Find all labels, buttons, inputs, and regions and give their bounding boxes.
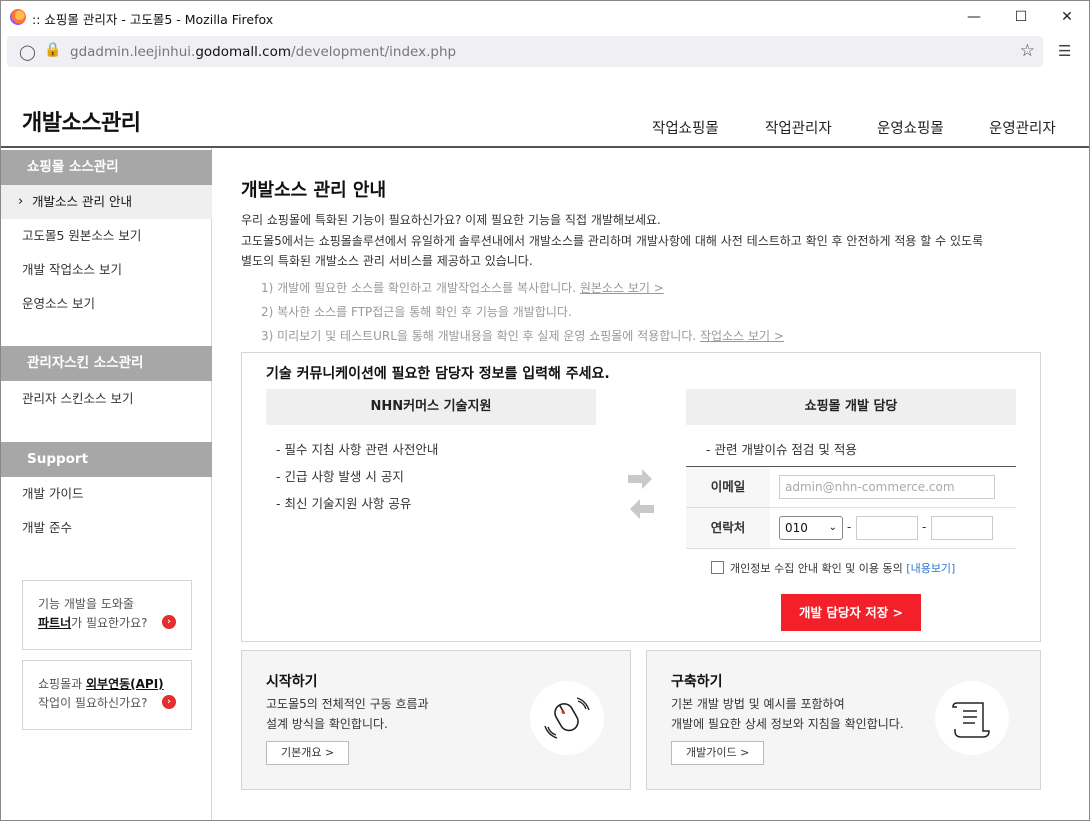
scroll-icon	[935, 681, 1009, 755]
intro-line: 우리 쇼핑몰에 특화된 기능이 필요하신가요? 이제 필요한 기능을 직접 개발…	[241, 213, 661, 227]
exchange-arrows-icon	[628, 469, 654, 519]
url-text: gdadmin.leejinhui.godomall.com/developme…	[70, 44, 457, 60]
save-developer-button[interactable]: 개발 담당자 저장 >	[781, 594, 921, 631]
sidebar-section-shop-source: 쇼핑몰 소스관리	[1, 150, 212, 185]
sidebar-item-live-source[interactable]: 운영소스 보기	[1, 287, 212, 321]
intro-line: 고도몰5에서는 쇼핑몰솔루션에서 유일하게 솔루션내에서 개발소스를 관리하며 …	[241, 234, 984, 248]
support-bullet: - 필수 지침 사항 관련 사전안내	[276, 442, 439, 457]
step-2: 2) 복사한 소스를 FTP접근을 통해 확인 후 기능을 개발합니다.	[261, 305, 572, 319]
browser-navbar: ◯ 🔒 gdadmin.leejinhui.godomall.com/devel…	[0, 32, 1090, 72]
support-bullet: - 긴급 사항 발생 시 공지	[276, 469, 404, 484]
sidebar: 쇼핑몰 소스관리 개발소스 관리 안내 고도몰5 원본소스 보기 개발 작업소스…	[1, 148, 212, 820]
privacy-consent-checkbox[interactable]	[711, 561, 724, 574]
intro-line: 별도의 특화된 개발소스 관리 서비스를 제공하고 있습니다.	[241, 254, 533, 268]
content-heading: 개발소스 관리 안내	[241, 180, 387, 201]
contact-question: 기술 커뮤니케이션에 필요한 담당자 정보를 입력해 주세요.	[266, 366, 610, 382]
original-source-link[interactable]: 원본소스 보기 >	[580, 281, 664, 295]
shield-icon[interactable]: ◯	[19, 43, 36, 61]
shop-dev-heading: 쇼핑몰 개발 담당	[686, 389, 1016, 425]
menu-icon[interactable]: ☰	[1058, 42, 1071, 60]
sidebar-section-admin-skin: 관리자스킨 소스관리	[1, 346, 212, 381]
window-titlebar: :: 쇼핑몰 관리자 - 고도몰5 - Mozilla Firefox — ☐ …	[0, 0, 1090, 32]
sidebar-item-original-source[interactable]: 고도몰5 원본소스 보기	[1, 219, 212, 253]
card-text: 설계 방식을 확인합니다.	[266, 717, 388, 731]
sidebar-item-admin-skin[interactable]: 관리자 스킨소스 보기	[1, 382, 212, 416]
phone-last-field[interactable]	[931, 516, 993, 540]
bookmark-star-icon[interactable]: ☆	[1020, 41, 1035, 61]
main-content: 개발소스 관리 안내 우리 쇼핑몰에 특화된 기능이 필요하신가요? 이제 필요…	[213, 148, 1089, 820]
step-1: 1) 개발에 필요한 소스를 확인하고 개발작업소스를 복사합니다. 원본소스 …	[261, 281, 664, 295]
card-text: 개발에 필요한 상세 정보와 지침을 확인합니다.	[671, 717, 904, 731]
nav-live-admin[interactable]: 운영관리자	[989, 117, 1056, 138]
phone-dash: -	[847, 520, 852, 534]
close-icon[interactable]: ✕	[1044, 1, 1090, 33]
minimize-icon[interactable]: —	[951, 1, 997, 33]
promo-line: 기능 개발을 도와줄	[38, 597, 134, 611]
support-bullet: - 최신 기술지원 사항 공유	[276, 496, 412, 511]
privacy-consent-label: 개인정보 수집 안내 확인 및 이용 동의 [내용보기]	[730, 562, 956, 575]
partner-promo-box[interactable]: 기능 개발을 도와줄 파트너가 필요한가요? ›	[22, 580, 192, 650]
chevron-down-icon: ⌄	[828, 522, 837, 533]
sidebar-item-dev-compliance[interactable]: 개발 준수	[1, 511, 212, 545]
arrow-right-icon[interactable]: ›	[162, 695, 176, 709]
nav-live-shop[interactable]: 운영쇼핑몰	[877, 117, 944, 138]
arrow-right-icon[interactable]: ›	[162, 615, 176, 629]
dev-bullet: - 관련 개발이슈 점검 및 적용	[706, 442, 857, 457]
privacy-view-link[interactable]: [내용보기]	[906, 562, 955, 575]
work-source-link[interactable]: 작업소스 보기 >	[700, 329, 784, 343]
phone-middle-field[interactable]	[856, 516, 918, 540]
insecure-lock-icon[interactable]: 🔒	[44, 42, 61, 58]
step-3: 3) 미리보기 및 테스트URL을 통해 개발내용을 확인 후 실제 운영 쇼핑…	[261, 329, 784, 343]
contact-box: 기술 커뮤니케이션에 필요한 담당자 정보를 입력해 주세요. NHN커머스 기…	[241, 352, 1041, 642]
phone-prefix-select[interactable]: 010 ⌄	[779, 516, 843, 540]
form-divider	[686, 548, 1016, 549]
nhn-support-heading: NHN커머스 기술지원	[266, 389, 596, 425]
build-card: 구축하기 기본 개발 방법 및 예시를 포함하여 개발에 필요한 상세 정보와 …	[646, 650, 1041, 790]
sidebar-item-dev-guide[interactable]: 개발소스 관리 안내	[1, 185, 212, 219]
firefox-logo-icon	[10, 9, 26, 25]
phone-dash: -	[922, 520, 927, 534]
card-text: 기본 개발 방법 및 예시를 포함하여	[671, 697, 845, 711]
email-field[interactable]: admin@nhn-commerce.com	[779, 475, 995, 499]
basic-overview-button[interactable]: 기본개요 >	[266, 741, 350, 765]
sidebar-item-dev-guide-doc[interactable]: 개발 가이드	[1, 477, 212, 511]
email-label: 이메일	[686, 467, 770, 507]
start-card: 시작하기 고도몰5의 전체적인 구동 흐름과 설계 방식을 확인합니다. 기본개…	[241, 650, 631, 790]
card-title: 시작하기	[266, 674, 318, 690]
page: 개발소스관리 작업쇼핑몰 작업관리자 운영쇼핑몰 운영관리자 쇼핑몰 소스관리 …	[0, 72, 1090, 821]
maximize-icon[interactable]: ☐	[998, 1, 1044, 33]
sidebar-section-support: Support	[1, 442, 212, 477]
promo-line: 쇼핑몰과 외부연동(API)	[38, 677, 164, 691]
card-title: 구축하기	[671, 674, 723, 690]
phone-label: 연락처	[686, 508, 770, 548]
window-title: :: 쇼핑몰 관리자 - 고도몰5 - Mozilla Firefox	[32, 12, 274, 27]
card-text: 고도몰5의 전체적인 구동 흐름과	[266, 697, 429, 711]
page-title: 개발소스관리	[22, 111, 141, 136]
nav-work-shop[interactable]: 작업쇼핑몰	[652, 117, 719, 138]
nav-work-admin[interactable]: 작업관리자	[765, 117, 832, 138]
api-promo-box[interactable]: 쇼핑몰과 외부연동(API) 작업이 필요하신가요? ›	[22, 660, 192, 730]
address-bar[interactable]: ◯ 🔒 gdadmin.leejinhui.godomall.com/devel…	[7, 36, 1043, 67]
dev-guide-button[interactable]: 개발가이드 >	[671, 741, 765, 765]
sidebar-item-work-source[interactable]: 개발 작업소스 보기	[1, 253, 212, 287]
mouse-icon	[530, 681, 604, 755]
